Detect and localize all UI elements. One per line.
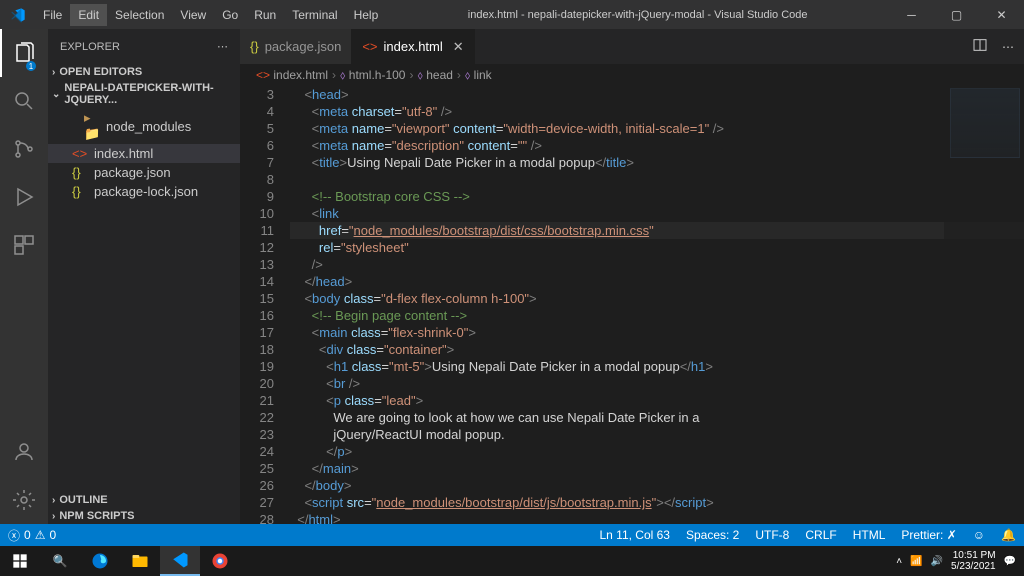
menu-run[interactable]: Run — [246, 4, 284, 26]
title-bar: FileEditSelectionViewGoRunTerminalHelp i… — [0, 0, 1024, 29]
section-open-editors[interactable]: ›OPEN EDITORS — [48, 64, 240, 80]
tray-clock[interactable]: 10:51 PM 5/23/2021 — [951, 550, 996, 572]
section-outline[interactable]: ›OUTLINE — [48, 492, 240, 508]
source-control-icon[interactable] — [0, 125, 48, 173]
minimize-button[interactable]: ─ — [889, 0, 934, 29]
status-encoding[interactable]: UTF-8 — [747, 528, 797, 542]
more-icon[interactable]: ⋯ — [217, 40, 228, 53]
code-editor[interactable]: 3456789101112131415161718192021222324252… — [240, 86, 1024, 524]
search-icon[interactable] — [0, 77, 48, 125]
status-ln-col[interactable]: Ln 11, Col 63 — [591, 528, 678, 542]
menu-terminal[interactable]: Terminal — [284, 4, 345, 26]
minimap[interactable] — [944, 86, 1024, 524]
menu-selection[interactable]: Selection — [107, 4, 172, 26]
maximize-button[interactable]: ▢ — [934, 0, 979, 29]
json-icon: {} — [72, 184, 88, 199]
menu-file[interactable]: File — [35, 4, 70, 26]
status-errors[interactable]: ⓧ 0 ⚠ 0 — [0, 527, 64, 544]
status-eol[interactable]: CRLF — [797, 528, 844, 542]
task-chrome-icon[interactable] — [200, 546, 240, 576]
extensions-icon[interactable] — [0, 221, 48, 269]
close-tab-icon[interactable]: ✕ — [453, 39, 464, 55]
task-vscode-icon[interactable] — [160, 546, 200, 576]
window-controls: ─ ▢ ✕ — [889, 0, 1024, 29]
taskbar: 🔍 ˄ 📶 🔊 10:51 PM 5/23/2021 💬 — [0, 546, 1024, 576]
sidebar-header: EXPLORER ⋯ — [48, 29, 240, 64]
editor-area: {}package.json<>index.html✕ ⋯ <> index.h… — [240, 29, 1024, 524]
tray-notifications-icon[interactable]: 💬 — [1004, 556, 1016, 567]
tray-chevron-icon[interactable]: ˄ — [896, 556, 902, 567]
code-content[interactable]: <head> <meta charset="utf-8" /> <meta na… — [290, 86, 1024, 524]
close-button[interactable]: ✕ — [979, 0, 1024, 29]
line-numbers: 3456789101112131415161718192021222324252… — [240, 86, 290, 524]
more-actions-icon[interactable]: ⋯ — [1002, 40, 1014, 54]
file-index-html[interactable]: <>index.html — [48, 144, 240, 163]
file-package-lock-json[interactable]: {}package-lock.json — [48, 182, 240, 201]
task-explorer-icon[interactable] — [120, 546, 160, 576]
json-icon: {} — [72, 165, 88, 180]
activity-bar: 1 — [0, 29, 48, 524]
split-editor-icon[interactable] — [972, 37, 988, 56]
status-bell-icon[interactable]: 🔔 — [993, 528, 1024, 542]
menu-bar: FileEditSelectionViewGoRunTerminalHelp — [35, 4, 386, 26]
html-icon: <> — [362, 39, 377, 54]
tray-sound-icon[interactable]: 🔊 — [931, 556, 943, 567]
section-npm-scripts[interactable]: ›NPM SCRIPTS — [48, 508, 240, 524]
file-tree: ▸ 📁node_modules<>index.html{}package.jso… — [48, 108, 240, 201]
tray-wifi-icon[interactable]: 📶 — [910, 556, 922, 567]
breadcrumb-item[interactable]: ⬨ html.h-100 — [340, 68, 405, 83]
run-debug-icon[interactable] — [0, 173, 48, 221]
accounts-icon[interactable] — [0, 428, 48, 476]
sidebar: EXPLORER ⋯ ›OPEN EDITORS ⌄NEPALI-DATEPIC… — [48, 29, 240, 524]
tab-index-html[interactable]: <>index.html✕ — [352, 29, 474, 64]
html-icon: <> — [72, 146, 88, 161]
status-prettier[interactable]: Prettier: ✗ — [893, 528, 964, 542]
tab-package-json[interactable]: {}package.json — [240, 29, 352, 64]
folder-icon: ▸ 📁 — [84, 110, 100, 142]
breadcrumb-item[interactable]: ⬨ head — [417, 68, 452, 83]
settings-gear-icon[interactable] — [0, 476, 48, 524]
badge: 1 — [26, 61, 36, 71]
file-node_modules[interactable]: ▸ 📁node_modules — [48, 108, 240, 144]
breadcrumb-item[interactable]: <> index.html — [256, 68, 328, 82]
start-button[interactable] — [0, 546, 40, 576]
breadcrumb[interactable]: <> index.html›⬨ html.h-100›⬨ head›⬨ link — [240, 64, 1024, 86]
menu-edit[interactable]: Edit — [70, 4, 107, 26]
status-feedback-icon[interactable]: ☺ — [965, 528, 993, 542]
menu-go[interactable]: Go — [214, 4, 246, 26]
explorer-icon[interactable]: 1 — [0, 29, 48, 77]
editor-tabs: {}package.json<>index.html✕ ⋯ — [240, 29, 1024, 64]
menu-view[interactable]: View — [172, 4, 214, 26]
sidebar-title: EXPLORER — [60, 41, 120, 53]
json-icon: {} — [250, 39, 259, 54]
status-language[interactable]: HTML — [845, 528, 894, 542]
search-button[interactable]: 🔍 — [40, 546, 80, 576]
window-title: index.html - nepali-datepicker-with-jQue… — [386, 9, 889, 21]
status-bar: ⓧ 0 ⚠ 0 Ln 11, Col 63 Spaces: 2 UTF-8 CR… — [0, 524, 1024, 546]
menu-help[interactable]: Help — [346, 4, 387, 26]
tab-actions: ⋯ — [962, 29, 1024, 64]
breadcrumb-item[interactable]: ⬨ link — [465, 68, 492, 83]
file-package-json[interactable]: {}package.json — [48, 163, 240, 182]
vscode-logo-icon — [0, 7, 35, 23]
section-project[interactable]: ⌄NEPALI-DATEPICKER-WITH-JQUERY... — [48, 80, 240, 108]
status-spaces[interactable]: Spaces: 2 — [678, 528, 747, 542]
system-tray[interactable]: ˄ 📶 🔊 10:51 PM 5/23/2021 💬 — [888, 550, 1024, 572]
task-edge-icon[interactable] — [80, 546, 120, 576]
